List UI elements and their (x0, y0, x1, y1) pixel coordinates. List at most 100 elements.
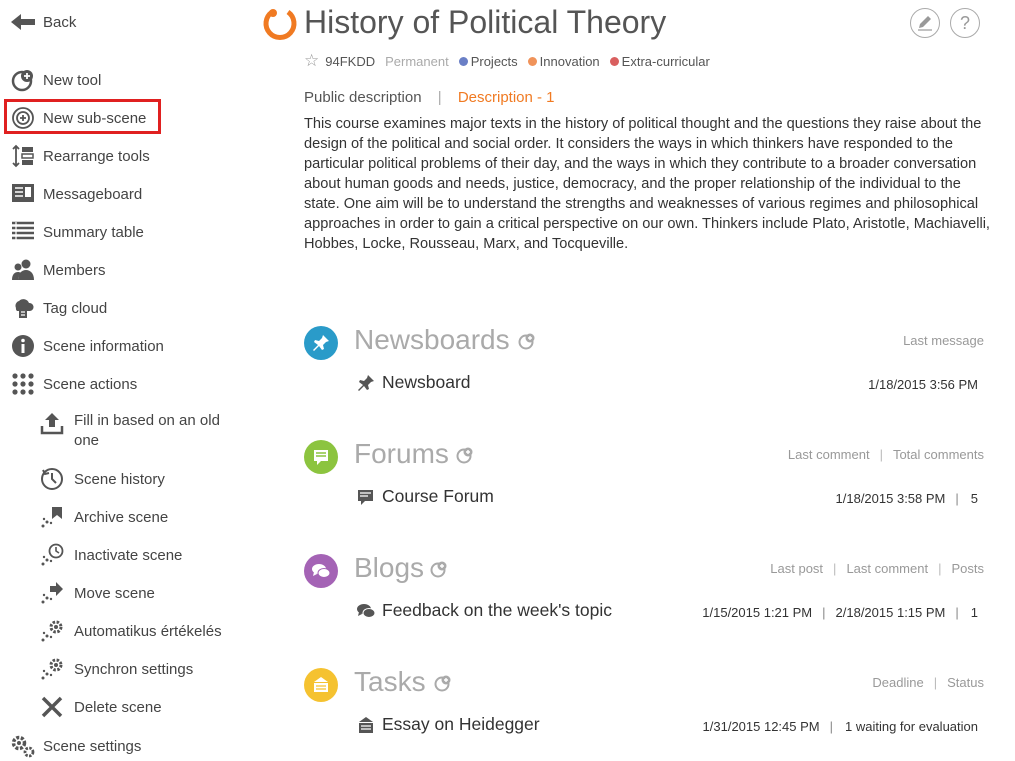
add-blog-button[interactable] (430, 560, 448, 578)
edit-button[interactable] (910, 8, 940, 38)
scene-code: 94FKDD (325, 53, 376, 69)
tag-cloud-icon (10, 295, 36, 321)
item-values: 1/15/2015 1:21 PM | 2/18/2015 1:15 PM | 1 (702, 605, 978, 620)
sidebar-item-label: New tool (43, 71, 102, 89)
star-icon[interactable]: ☆ (304, 51, 319, 71)
column-header[interactable]: Posts (951, 561, 984, 576)
info-icon (10, 333, 36, 359)
gear-icon (10, 733, 36, 759)
sidebar-item-label: Archive scene (74, 508, 169, 526)
sidebar-item-scene-actions[interactable]: Scene actions (10, 371, 137, 397)
sidebar-item-scene-settings[interactable]: Scene settings (10, 733, 141, 759)
sidebar-item-label: Move scene (74, 584, 155, 602)
item-values: 1/31/2015 12:45 PM | 1 waiting for evaluat… (702, 719, 978, 734)
pin-icon (304, 326, 338, 360)
tag-dot (458, 56, 468, 66)
sidebar-subitem-synchron-settings[interactable]: Synchron settings (40, 657, 193, 681)
add-icon (434, 675, 451, 692)
pin-icon (356, 373, 376, 393)
sidebar-item-label: Automatikus értékelés (74, 622, 222, 640)
item-values: 1/18/2015 3:58 PM | 5 (835, 491, 978, 506)
add-icon (456, 447, 473, 464)
tag-projects[interactable]: Projects (471, 54, 518, 69)
close-icon (40, 695, 64, 719)
archive-icon (40, 505, 64, 529)
inbox-icon (356, 715, 376, 735)
sidebar-item-label: Scene actions (43, 375, 138, 393)
sidebar-subitem-scene-history[interactable]: Scene history (40, 467, 165, 491)
sidebar-item-label: Inactivate scene (74, 546, 183, 564)
sidebar-item-messageboard[interactable]: Messageboard (10, 181, 142, 207)
sidebar-item-label: Delete scene (74, 698, 162, 716)
column-headers: Last post | Last comment | Posts (770, 561, 984, 576)
item-value: 1/18/2015 3:58 PM (835, 491, 946, 506)
list-item-blog-post[interactable]: Feedback on the week's topic (356, 600, 612, 621)
item-value: 1/18/2015 3:56 PM (868, 377, 978, 392)
tab-separator: | (437, 89, 442, 106)
arrow-left-icon (10, 9, 36, 35)
item-title: Feedback on the week's topic (382, 600, 613, 620)
add-forum-button[interactable] (456, 446, 474, 464)
add-task-button[interactable] (434, 674, 452, 692)
add-newsboard-button[interactable] (518, 332, 536, 350)
scene-logo (262, 6, 298, 47)
list-item-course-forum[interactable]: Course Forum (356, 486, 494, 507)
column-headers: Last comment | Total comments (787, 447, 984, 462)
sidebar-item-label: Summary table (43, 223, 144, 241)
chat-icon (304, 554, 338, 588)
help-button[interactable]: ? (950, 8, 980, 38)
sidebar-subitem-inactivate-scene[interactable]: Inactivate scene (40, 543, 182, 567)
add-icon (518, 333, 535, 350)
tab-description-1[interactable]: Description - 1 (458, 89, 555, 106)
tag-extra-curricular[interactable]: Extra-curricular (622, 54, 710, 69)
column-header[interactable]: Last comment (846, 561, 928, 576)
sidebar-item-label: Members (43, 261, 106, 279)
sidebar-item-label: Scene settings (43, 737, 142, 755)
tab-public-description[interactable]: Public description (304, 89, 422, 106)
add-icon (430, 561, 447, 578)
item-title: Essay on Heidegger (382, 714, 540, 734)
list-item-newsboard[interactable]: Newsboard (356, 372, 471, 393)
column-header[interactable]: Last comment (788, 447, 870, 462)
column-header[interactable]: Deadline (872, 675, 923, 690)
inactivate-icon (40, 543, 64, 567)
sidebar-item-rearrange-tools[interactable]: Rearrange tools (10, 143, 150, 169)
sidebar-item-members[interactable]: Members (10, 257, 106, 283)
new-tool-icon (10, 67, 36, 93)
chat-icon (356, 601, 376, 621)
column-header[interactable]: Last post (770, 561, 823, 576)
back-button[interactable]: Back (10, 9, 76, 35)
sync-settings-icon (40, 657, 64, 681)
description-text: This course examines major texts in the … (304, 116, 990, 252)
section-title: Forums (354, 438, 449, 469)
column-header[interactable]: Last message (903, 333, 984, 348)
item-value: 5 (970, 491, 978, 506)
sidebar-item-label: Scene history (74, 470, 165, 488)
sidebar-item-summary-table[interactable]: Summary table (10, 219, 144, 245)
sidebar-subitem-archive-scene[interactable]: Archive scene (40, 505, 168, 529)
sidebar-item-label: Fill in based on an old one (74, 412, 220, 449)
sidebar-subitem-move-scene[interactable]: Move scene (40, 581, 155, 605)
forum-icon (304, 440, 338, 474)
pencil-icon (918, 16, 932, 31)
section-title: Blogs (354, 552, 425, 583)
sidebar-item-new-tool[interactable]: New tool (10, 67, 101, 93)
column-header[interactable]: Total comments (893, 447, 984, 462)
column-header[interactable]: Status (947, 675, 984, 690)
tag-dot (527, 56, 537, 66)
help-icon: ? (959, 12, 970, 33)
permanence-label: Permanent (385, 53, 449, 69)
item-values: 1/18/2015 3:56 PM (868, 377, 978, 392)
sidebar-subitem-fill-in[interactable]: Fill in based on an old one (40, 411, 234, 451)
sidebar-item-scene-information[interactable]: Scene information (10, 333, 164, 359)
page-title: History of Political Theory (304, 4, 667, 40)
tag-innovation[interactable]: Innovation (540, 54, 600, 69)
list-item-task[interactable]: Essay on Heidegger (356, 714, 540, 735)
sidebar-subitem-delete-scene[interactable]: Delete scene (40, 695, 162, 719)
sidebar-subitem-auto-eval[interactable]: Automatikus értékelés (40, 619, 222, 643)
column-headers: Last message (903, 333, 984, 348)
sidebar-item-tag-cloud[interactable]: Tag cloud (10, 295, 107, 321)
description-tabs: Public description | Description - 1 (304, 89, 555, 106)
upload-icon (40, 411, 64, 435)
main-content: History of Political Theory ? ☆ 94FKDD P… (262, 0, 1002, 761)
